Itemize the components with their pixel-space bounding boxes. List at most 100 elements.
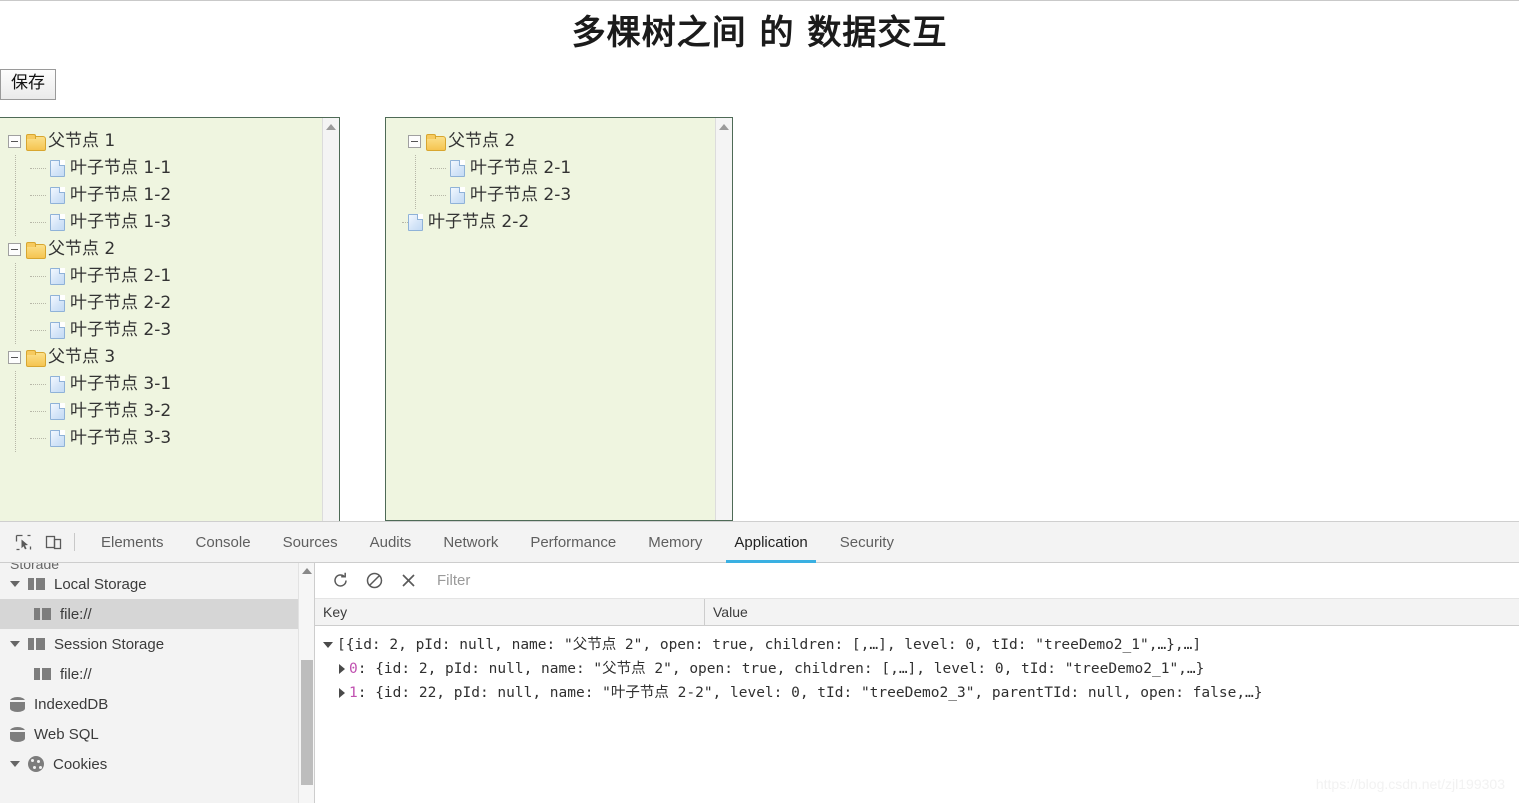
tree-node[interactable]: 父节点 2 — [4, 236, 322, 263]
tree-collapse-toggle-icon[interactable] — [8, 243, 21, 256]
save-button[interactable]: 保存 — [0, 69, 56, 101]
tree-connector-line — [30, 438, 46, 439]
tree-panel-right[interactable]: 父节点 2 叶子节点 2-1 叶子节点 2-3 叶子节点 2-2 — [385, 117, 733, 521]
storage-item-label: Local Storage — [54, 575, 147, 593]
document-icon — [50, 214, 65, 231]
scrollbar-thumb[interactable] — [301, 660, 313, 785]
storage-item-label: file:// — [60, 605, 92, 623]
filter-input[interactable] — [435, 571, 1511, 590]
devtools-toolbar: Elements Console Sources Audits Network Perfo… — [0, 522, 1519, 563]
tab-console[interactable]: Console — [180, 522, 267, 563]
tree-node[interactable]: 叶子节点 2-3 — [4, 317, 322, 344]
storage-item-file-[interactable]: file:// — [0, 659, 314, 689]
tree-collapse-toggle-icon[interactable] — [408, 135, 421, 148]
storage-value-preview[interactable]: [{id: 2, pId: null, name: "父节点 2", open:… — [315, 626, 1519, 705]
tree-node-label[interactable]: 叶子节点 1-2 — [70, 185, 171, 205]
folder-icon — [26, 350, 46, 367]
tree-node-label[interactable]: 父节点 3 — [48, 347, 115, 367]
tree-node-label[interactable]: 叶子节点 2-3 — [470, 185, 571, 205]
refresh-icon[interactable] — [323, 568, 357, 594]
tree-node[interactable]: 叶子节点 2-3 — [390, 182, 715, 209]
tree-node[interactable]: 叶子节点 3-3 — [4, 425, 322, 452]
tree-collapse-toggle-icon[interactable] — [8, 351, 21, 364]
tab-security[interactable]: Security — [824, 522, 910, 563]
tree-node-label[interactable]: 叶子节点 2-1 — [470, 158, 571, 178]
tree-node[interactable]: 叶子节点 1-2 — [4, 182, 322, 209]
tree-connector-line — [430, 168, 446, 169]
tree-node-label[interactable]: 叶子节点 2-1 — [70, 266, 171, 286]
tab-network[interactable]: Network — [427, 522, 514, 563]
column-header-key[interactable]: Key — [315, 599, 705, 625]
tree-node[interactable]: 叶子节点 2-2 — [4, 290, 322, 317]
storage-item-file-[interactable]: file:// — [0, 599, 314, 629]
tree-node-label[interactable]: 叶子节点 1-1 — [70, 158, 171, 178]
chevron-down-icon[interactable] — [323, 642, 333, 648]
storage-item-label: IndexedDB — [34, 695, 109, 713]
device-toolbar-icon[interactable] — [38, 528, 68, 556]
scroll-up-arrow-icon[interactable] — [719, 124, 729, 130]
table-icon — [34, 667, 51, 681]
tree-node-label[interactable]: 叶子节点 2-2 — [428, 212, 529, 232]
tree-node-label[interactable]: 父节点 1 — [48, 131, 115, 151]
tree-node-label[interactable]: 叶子节点 1-3 — [70, 212, 171, 232]
document-icon — [50, 403, 65, 420]
tab-performance[interactable]: Performance — [514, 522, 632, 563]
tree-node[interactable]: 叶子节点 2-1 — [4, 263, 322, 290]
tab-memory[interactable]: Memory — [632, 522, 718, 563]
chevron-right-icon[interactable] — [339, 664, 345, 674]
chevron-down-icon[interactable] — [10, 581, 20, 587]
tree-collapse-toggle-icon[interactable] — [8, 135, 21, 148]
tree-panel-left[interactable]: 父节点 1 叶子节点 1-1 叶子节点 1-2 叶子节点 1-3 父节点 2 叶子节点 2… — [0, 117, 340, 521]
tab-elements[interactable]: Elements — [85, 522, 180, 563]
tab-audits[interactable]: Audits — [354, 522, 428, 563]
devtools-tab-bar[interactable]: Elements Console Sources Audits Network Perfo… — [85, 522, 910, 563]
scroll-up-arrow-icon[interactable] — [326, 124, 336, 130]
tree-connector-line — [30, 195, 46, 196]
tree-node[interactable]: 叶子节点 2-2 — [390, 209, 715, 236]
tree-right-scrollbar[interactable] — [715, 118, 732, 520]
document-icon — [50, 268, 65, 285]
tree-node-label[interactable]: 叶子节点 2-3 — [70, 320, 171, 340]
devtools-panel: Elements Console Sources Audits Network Perfo… — [0, 521, 1519, 803]
tree-node-label[interactable]: 叶子节点 2-2 — [70, 293, 171, 313]
tree-right-nodes[interactable]: 父节点 2 叶子节点 2-1 叶子节点 2-3 叶子节点 2-2 — [386, 118, 715, 520]
tree-node[interactable]: 叶子节点 3-2 — [4, 398, 322, 425]
console-object-row[interactable]: 0: {id: 2, pId: null, name: "父节点 2", ope… — [323, 657, 1519, 681]
tree-node-label[interactable]: 叶子节点 3-2 — [70, 401, 171, 421]
tree-node[interactable]: 叶子节点 3-1 — [4, 371, 322, 398]
tree-node[interactable]: 父节点 1 — [4, 128, 322, 155]
console-object-row[interactable]: 1: {id: 22, pId: null, name: "叶子节点 2-2",… — [323, 681, 1519, 705]
console-object-row[interactable]: [{id: 2, pId: null, name: "父节点 2", open:… — [323, 633, 1519, 657]
scroll-up-arrow-icon[interactable] — [302, 568, 312, 574]
storage-item-indexeddb[interactable]: IndexedDB — [0, 689, 314, 719]
column-header-value[interactable]: Value — [705, 599, 1519, 625]
tree-left-scrollbar[interactable] — [322, 118, 339, 521]
chevron-down-icon[interactable] — [10, 761, 20, 767]
tree-node-label[interactable]: 父节点 2 — [48, 239, 115, 259]
chevron-right-icon[interactable] — [339, 688, 345, 698]
tab-sources[interactable]: Sources — [267, 522, 354, 563]
storage-tree[interactable]: Local Storage file:// Session Storage file:… — [0, 569, 314, 779]
page-title: 多棵树之间 的 数据交互 — [571, 13, 948, 53]
tree-node[interactable]: 叶子节点 2-1 — [390, 155, 715, 182]
tree-node[interactable]: 父节点 3 — [4, 344, 322, 371]
inspect-element-icon[interactable] — [8, 528, 38, 556]
tree-node-label[interactable]: 父节点 2 — [448, 131, 515, 151]
tree-left-nodes[interactable]: 父节点 1 叶子节点 1-1 叶子节点 1-2 叶子节点 1-3 父节点 2 叶子节点 2… — [0, 118, 322, 521]
storage-item-session-storage[interactable]: Session Storage — [0, 629, 314, 659]
tree-node-label[interactable]: 叶子节点 3-3 — [70, 428, 171, 448]
clear-all-icon[interactable] — [357, 568, 391, 594]
tree-node[interactable]: 叶子节点 1-3 — [4, 209, 322, 236]
storage-item-web-sql[interactable]: Web SQL — [0, 719, 314, 749]
document-icon — [50, 376, 65, 393]
tree-node-label[interactable]: 叶子节点 3-1 — [70, 374, 171, 394]
delete-selected-icon[interactable] — [391, 568, 425, 594]
tab-application[interactable]: Application — [718, 522, 823, 563]
tree-node[interactable]: 父节点 2 — [390, 128, 715, 155]
chevron-down-icon[interactable] — [10, 641, 20, 647]
storage-item-local-storage[interactable]: Local Storage — [0, 569, 314, 599]
storage-sidebar-scrollbar[interactable] — [298, 563, 314, 803]
tree-node[interactable]: 叶子节点 1-1 — [4, 155, 322, 182]
storage-sidebar[interactable]: Storage Local Storagefile://Session Stor… — [0, 563, 315, 803]
storage-item-cookies[interactable]: Cookies — [0, 749, 314, 779]
